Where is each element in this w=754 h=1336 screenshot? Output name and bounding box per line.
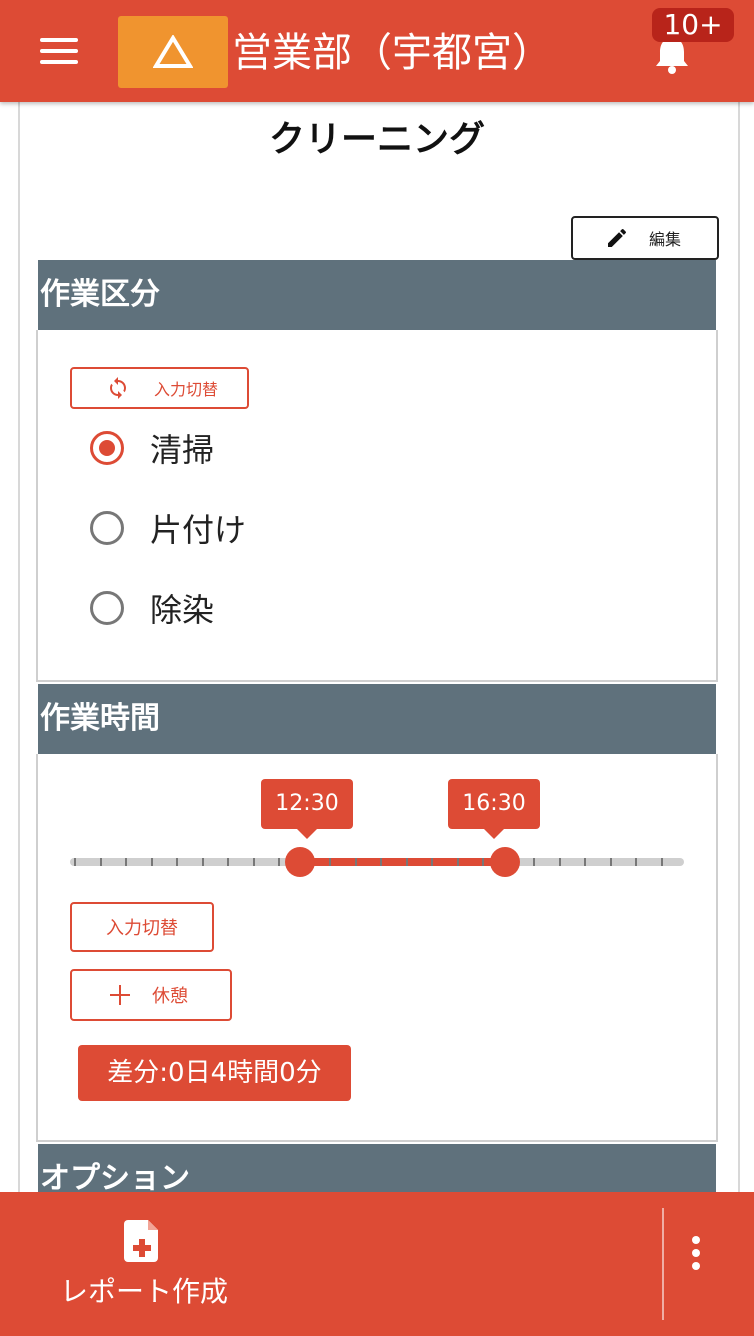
slider-tick — [584, 858, 586, 866]
slider-tick — [329, 858, 331, 866]
slider-tick — [202, 858, 204, 866]
work-type-heading: 作業区分 — [38, 260, 716, 330]
slider-tick — [431, 858, 433, 866]
radio-option-tidying[interactable]: 片付け — [90, 506, 246, 550]
work-type-switch-label: 入力切替 — [154, 380, 219, 399]
radio-label: 除染 — [150, 591, 215, 629]
edit-button-label: 編集 — [649, 230, 682, 249]
radio-option-cleaning[interactable]: 清掃 — [90, 426, 214, 470]
slider-tick — [355, 858, 357, 866]
slider-tick — [278, 858, 280, 866]
plus-icon — [110, 985, 130, 1005]
slider-tick — [227, 858, 229, 866]
bottom-bar-divider — [662, 1208, 664, 1320]
radio-option-decontamination[interactable]: 除染 — [90, 586, 214, 630]
slider-tick — [74, 858, 76, 866]
bottom-action-bar — [0, 1192, 754, 1336]
slider-tick — [533, 858, 535, 866]
slider-tick — [406, 858, 408, 866]
pencil-icon — [608, 228, 627, 247]
slider-tick — [380, 858, 382, 866]
notification-badge: 10+ — [652, 8, 734, 42]
slider-tick — [100, 858, 102, 866]
app-header: 営業部（宇都宮） 10+ — [0, 0, 754, 102]
radio-unselected-icon — [90, 591, 124, 625]
create-report-label: レポート作成 — [60, 1275, 229, 1308]
refresh-icon — [110, 377, 126, 399]
radio-unselected-icon — [90, 511, 124, 545]
radio-selected-icon — [90, 431, 124, 465]
slider-tick — [151, 858, 153, 866]
menu-icon[interactable] — [40, 38, 78, 64]
slider-tick — [457, 858, 459, 866]
end-time-tooltip: 16:30 — [448, 779, 540, 839]
more-options-icon[interactable] — [684, 1236, 708, 1286]
add-break-label: 休憩 — [152, 986, 188, 1007]
slider-tick — [559, 858, 561, 866]
edit-button[interactable]: 編集 — [571, 216, 719, 260]
slider-tick — [176, 858, 178, 866]
add-break-button[interactable]: 休憩 — [70, 969, 232, 1021]
slider-tick — [482, 858, 484, 866]
warning-triangle-icon — [153, 35, 193, 68]
start-time-tooltip: 12:30 — [261, 779, 353, 839]
page-title: クリーニング — [268, 119, 485, 160]
slider-tick — [635, 858, 637, 866]
warning-button[interactable] — [118, 16, 228, 88]
start-time-handle[interactable] — [285, 847, 315, 877]
slider-tick — [661, 858, 663, 866]
work-type-switch-button[interactable]: 入力切替 — [70, 367, 249, 409]
work-time-switch-button[interactable]: 入力切替 — [70, 902, 214, 952]
work-time-switch-label: 入力切替 — [106, 918, 178, 939]
slider-tick — [610, 858, 612, 866]
end-time-handle[interactable] — [490, 847, 520, 877]
slider-tick — [125, 858, 127, 866]
radio-label: 片付け — [150, 511, 247, 549]
department-title: 営業部（宇都宮） — [232, 30, 552, 76]
time-difference-badge: 差分:0日4時間0分 — [78, 1045, 351, 1101]
add-document-icon — [124, 1220, 158, 1262]
radio-label: 清掃 — [150, 431, 215, 469]
slider-tick — [253, 858, 255, 866]
work-time-heading: 作業時間 — [38, 684, 716, 754]
